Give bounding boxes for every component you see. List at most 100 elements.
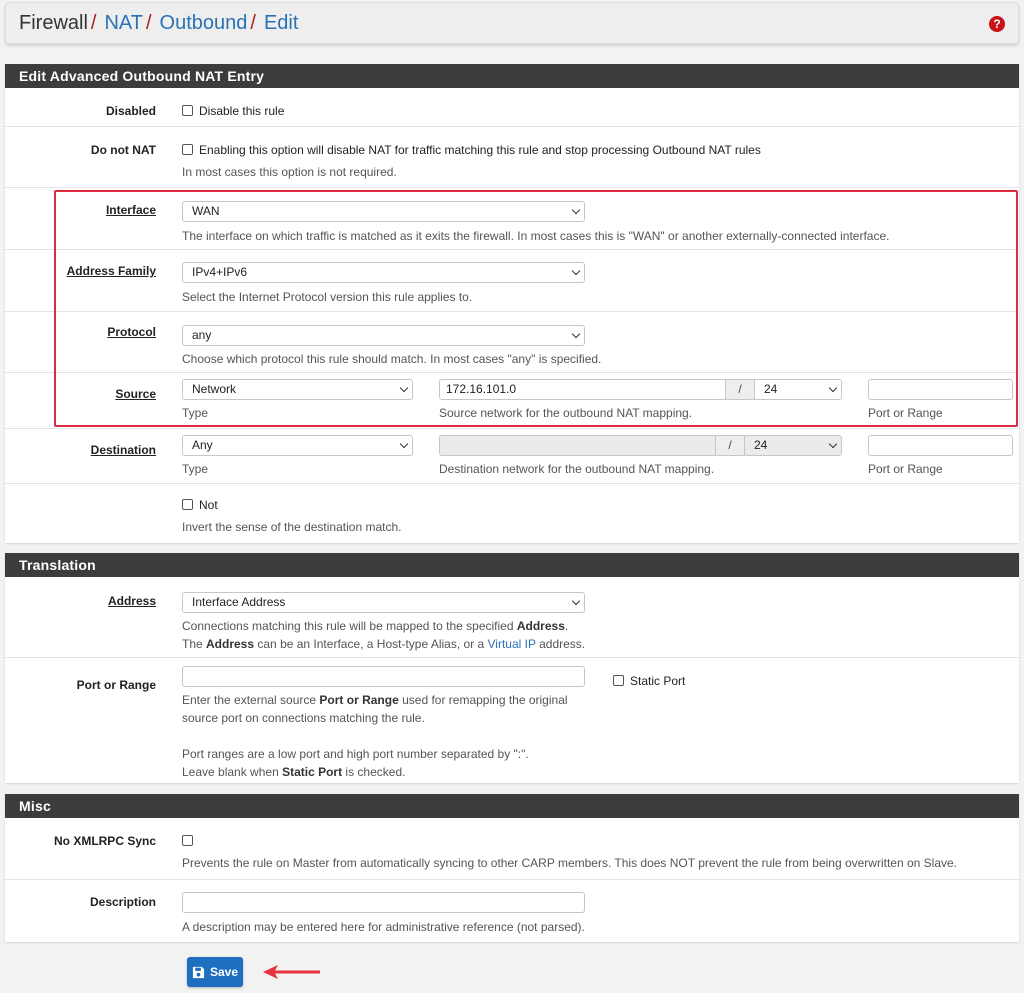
help-text: . [564, 619, 569, 633]
help-bold: Port or Range [319, 693, 399, 707]
disable-rule-checkbox[interactable]: Disable this rule [182, 104, 284, 118]
help-bold: Address [206, 637, 255, 651]
row-not: Not Invert the sense of the destination … [5, 484, 1019, 543]
chevron-down-icon [399, 439, 409, 449]
panel-title: Misc [5, 794, 1019, 818]
chevron-down-icon [571, 596, 581, 606]
select-value: 24 [754, 438, 768, 452]
help-source-type: Type [182, 406, 209, 420]
label-address-family: Address Family [66, 264, 156, 278]
panel-title: Edit Advanced Outbound NAT Entry [5, 64, 1019, 88]
help-not: Invert the sense of the destination matc… [182, 520, 402, 534]
save-icon [192, 966, 205, 978]
help-text: address. [535, 637, 586, 651]
help-translation-port-2: source port on connections matching the … [182, 711, 425, 725]
checkbox-label: Disable this rule [199, 104, 285, 118]
help-text: The [182, 637, 207, 651]
breadcrumb-separator: / [250, 11, 256, 34]
interface-select[interactable]: WAN [182, 201, 585, 222]
help-address-family: Select the Internet Protocol version thi… [182, 290, 473, 304]
breadcrumb-nat[interactable]: NAT [104, 12, 143, 35]
do-not-nat-checkbox[interactable]: Enabling this option will disable NAT fo… [182, 143, 761, 157]
breadcrumb: Firewall / NAT / Outbound / Edit ? [5, 2, 1019, 44]
not-checkbox[interactable]: Not [182, 498, 218, 512]
help-do-not-nat: In most cases this option is not require… [182, 165, 397, 179]
destination-port-input[interactable] [868, 435, 1013, 456]
panel-misc: Misc No XMLRPC Sync Prevents the rule on… [5, 794, 1019, 942]
source-type-select[interactable]: Network [182, 379, 413, 400]
label-interface: Interface [105, 203, 156, 217]
select-value: any [192, 328, 212, 342]
select-value: 24 [764, 382, 778, 396]
help-source-network: Source network for the outbound NAT mapp… [439, 406, 693, 420]
address-family-select[interactable]: IPv4+IPv6 [182, 262, 585, 283]
help-destination-network: Destination network for the outbound NAT… [439, 462, 715, 476]
chevron-down-icon [828, 439, 838, 449]
breadcrumb-edit[interactable]: Edit [264, 12, 298, 35]
source-mask-select[interactable]: 24 [754, 379, 842, 400]
row-source: Source Network Type 172.16.101.0 / 24 So… [5, 373, 1019, 429]
select-value: Network [192, 382, 237, 396]
row-destination: Destination Any Type / 24 Destination ne… [5, 429, 1019, 484]
checkbox-box[interactable] [182, 144, 193, 155]
label-description: Description [89, 895, 156, 909]
breadcrumb-firewall: Firewall [19, 11, 88, 34]
destination-network-input[interactable] [439, 435, 716, 456]
help-translation-port-1: Enter the external source Port or Range … [182, 691, 568, 709]
row-translation-port: Port or Range Static Port Enter the exte… [5, 658, 1019, 783]
annotation-arrow-icon [263, 965, 320, 979]
chevron-down-icon [571, 329, 581, 339]
checkbox-box[interactable] [182, 499, 193, 510]
chevron-down-icon [399, 383, 409, 393]
save-button-label: Save [209, 965, 239, 979]
label-disabled: Disabled [105, 104, 156, 118]
row-do-not-nat: Do not NAT Enabling this option will dis… [5, 127, 1019, 188]
description-input[interactable] [182, 892, 585, 913]
static-port-checkbox[interactable]: Static Port [613, 674, 685, 688]
checkbox-box[interactable] [182, 105, 193, 116]
select-value: WAN [192, 204, 220, 218]
destination-type-select[interactable]: Any [182, 435, 413, 456]
help-text: Connections matching this rule will be m… [182, 619, 517, 633]
checkbox-box[interactable] [182, 835, 193, 846]
destination-slash-addon: / [715, 435, 745, 456]
checkbox-label: Enabling this option will disable NAT fo… [199, 143, 761, 157]
xmlrpc-checkbox[interactable] [182, 834, 199, 848]
source-slash-addon: / [725, 379, 755, 400]
chevron-down-icon [571, 266, 581, 276]
help-text: can be an Interface, a Host-type Alias, … [254, 637, 488, 651]
row-address-family: Address Family IPv4+IPv6 Select the Inte… [5, 250, 1019, 312]
panel-edit-entry: Edit Advanced Outbound NAT Entry Disable… [5, 64, 1019, 543]
save-button[interactable]: Save [187, 957, 243, 987]
help-xmlrpc: Prevents the rule on Master from automat… [182, 856, 958, 870]
checkbox-label: Static Port [630, 674, 686, 688]
source-port-input[interactable] [868, 379, 1013, 400]
checkbox-label: Not [199, 498, 218, 512]
help-destination-port: Port or Range [868, 462, 943, 476]
breadcrumb-outbound[interactable]: Outbound [160, 12, 248, 35]
help-text: is checked. [342, 765, 406, 779]
panel-title: Translation [5, 553, 1019, 577]
row-interface: Interface WAN The interface on which tra… [5, 188, 1019, 250]
row-disabled: Disabled Disable this rule [5, 88, 1019, 127]
help-source-port: Port or Range [868, 406, 943, 420]
label-translation-address: Address [107, 594, 156, 608]
checkbox-box[interactable] [613, 675, 624, 686]
translation-address-select[interactable]: Interface Address [182, 592, 585, 613]
chevron-down-icon [828, 383, 838, 393]
select-value: Any [192, 438, 213, 452]
panel-translation: Translation Address Interface Address Co… [5, 553, 1019, 783]
protocol-select[interactable]: any [182, 325, 585, 346]
breadcrumb-separator: / [90, 11, 97, 34]
help-bold: Address [516, 619, 565, 633]
question-circle-icon[interactable]: ? [989, 16, 1005, 32]
virtual-ip-link[interactable]: Virtual IP [488, 637, 536, 651]
select-value: IPv4+IPv6 [192, 265, 248, 279]
help-interface: The interface on which traffic is matche… [182, 229, 890, 243]
label-do-not-nat: Do not NAT [90, 143, 156, 157]
row-protocol: Protocol any Choose which protocol this … [5, 312, 1019, 373]
destination-mask-select[interactable]: 24 [744, 435, 842, 456]
translation-port-input[interactable] [182, 666, 585, 687]
source-network-input[interactable]: 172.16.101.0 [439, 379, 726, 400]
row-xmlrpc: No XMLRPC Sync Prevents the rule on Mast… [5, 818, 1019, 880]
